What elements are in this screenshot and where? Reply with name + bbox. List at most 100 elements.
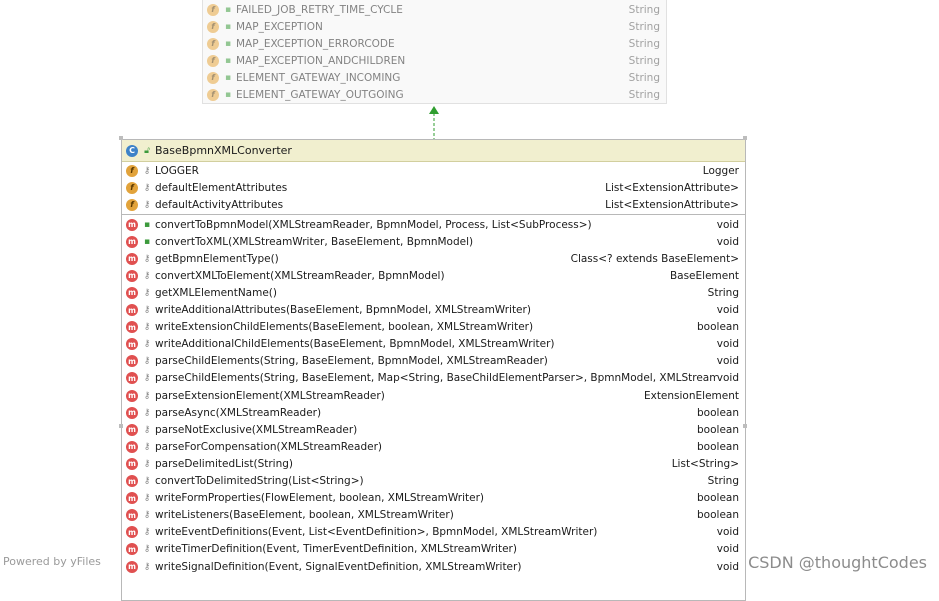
member-name: writeEventDefinitions(Event, List<EventD… <box>155 526 598 539</box>
member-name: defaultElementAttributes <box>155 181 288 194</box>
member-row[interactable]: m ⚷ convertToDelimitedString(List<String>)… <box>122 473 745 490</box>
member-row[interactable]: m ⚷ getBpmnElementType() Class<? extends Ba… <box>122 250 745 267</box>
member-name: writeExtensionChildElements(BaseElement,… <box>155 321 534 334</box>
member-row[interactable]: m ⚷ parseDelimitedList(String) List<String> <box>122 455 745 472</box>
selection-handle[interactable] <box>743 424 747 428</box>
class-name: BaseBpmnXMLConverter <box>155 144 292 157</box>
protected-key-icon: ⚷ <box>143 270 151 281</box>
member-type: String <box>707 286 739 299</box>
member-row[interactable]: m ⚷ parseNotExclusive(XMLStreamReader) bool… <box>122 421 745 438</box>
member-row[interactable]: m ⚷ writeAdditionalChildElements(BaseEleme… <box>122 336 745 353</box>
member-row[interactable]: m ⚷ parseChildElements(String, BaseElement… <box>122 370 745 387</box>
class-box[interactable]: C 🔓︎ BaseBpmnXMLConverter f ⚷ LOGGER Logger… <box>121 139 746 601</box>
member-row[interactable]: f ⚷ defaultElementAttributes List<Extension… <box>122 179 745 196</box>
member-type: boolean <box>697 492 739 505</box>
member-row[interactable]: m ⚷ parseForCompensation(XMLStreamReader) b… <box>122 438 745 455</box>
member-row[interactable]: m ⚷ getXMLElementName() String <box>122 284 745 301</box>
method-icon: m <box>126 372 138 385</box>
member-name: writeSignalDefinition(Event, SignalEvent… <box>155 560 522 573</box>
member-row[interactable]: m ⚷ convertXMLToElement(XMLStreamReader, B… <box>122 267 745 284</box>
method-icon: m <box>126 286 138 299</box>
member-row[interactable]: f ▪ FAILED_JOB_RETRY_TIME_CYCLE String <box>203 1 666 18</box>
member-row[interactable]: m ⚷ writeFormProperties(FlowElement, boole… <box>122 490 745 507</box>
member-row[interactable]: f ▪ ELEMENT_GATEWAY_OUTGOING String <box>203 86 666 103</box>
selection-handle[interactable] <box>119 136 123 140</box>
public-lock-icon: ▪ <box>224 89 232 100</box>
member-row[interactable]: m ⚷ writeListeners(BaseElement, boolean, X… <box>122 507 745 524</box>
protected-key-icon: ⚷ <box>143 544 151 555</box>
field-icon: f <box>126 198 138 211</box>
member-type: boolean <box>697 423 739 436</box>
field-icon: f <box>126 181 138 194</box>
member-row[interactable]: m ⚷ parseChildElements(String, BaseElement… <box>122 353 745 370</box>
protected-key-icon: ⚷ <box>143 199 151 210</box>
public-lock-icon: ▪ <box>224 4 232 15</box>
member-row[interactable]: m ⚷ parseExtensionElement(XMLStreamReader)… <box>122 387 745 404</box>
member-type: void <box>716 218 739 231</box>
member-type: String <box>628 20 660 33</box>
member-name: parseAsync(XMLStreamReader) <box>155 406 322 419</box>
class-header[interactable]: C 🔓︎ BaseBpmnXMLConverter <box>122 140 745 162</box>
public-lock-icon: 🔓︎ <box>144 145 150 156</box>
protected-key-icon: ⚷ <box>143 287 151 298</box>
protected-key-icon: ⚷ <box>143 322 151 333</box>
field-icon: f <box>126 164 138 177</box>
member-row[interactable]: f ▪ ELEMENT_GATEWAY_INCOMING String <box>203 69 666 86</box>
member-name: MAP_EXCEPTION_ANDCHILDREN <box>236 54 406 67</box>
field-icon: f <box>207 3 219 16</box>
field-icon: f <box>207 88 219 101</box>
member-name: convertXMLToElement(XMLStreamReader, Bpm… <box>155 269 445 282</box>
member-row[interactable]: m ⚷ writeTimerDefinition(Event, TimerEvent… <box>122 541 745 558</box>
parent-class-box[interactable]: f ▪ FAILED_JOB_RETRY_TIME_CYCLE String f ▪ MAP… <box>202 0 667 104</box>
selection-handle[interactable] <box>743 136 747 140</box>
member-name: ELEMENT_GATEWAY_INCOMING <box>236 71 401 84</box>
member-name: getBpmnElementType() <box>155 252 279 265</box>
member-row[interactable]: f ▪ MAP_EXCEPTION_ERRORCODE String <box>203 35 666 52</box>
class-icon: C <box>126 144 138 157</box>
method-icon: m <box>126 355 138 368</box>
section-divider <box>122 214 745 215</box>
field-icon: f <box>207 20 219 33</box>
member-type: Logger <box>702 164 739 177</box>
member-type: List<ExtensionAttribute> <box>605 198 739 211</box>
member-type: List<String> <box>671 457 739 470</box>
member-row[interactable]: f ⚷ LOGGER Logger <box>122 162 745 179</box>
method-icon: m <box>126 252 138 265</box>
member-row[interactable]: m ⚷ writeExtensionChildElements(BaseElemen… <box>122 319 745 336</box>
member-name: parseExtensionElement(XMLStreamReader) <box>155 389 385 402</box>
member-row[interactable]: f ▪ MAP_EXCEPTION String <box>203 18 666 35</box>
member-type: String <box>628 37 660 50</box>
member-type: void <box>716 543 739 556</box>
member-type: boolean <box>697 509 739 522</box>
protected-key-icon: ⚷ <box>143 305 151 315</box>
member-row[interactable]: m ⚷ writeEventDefinitions(Event, List<Even… <box>122 524 745 541</box>
protected-key-icon: ⚷ <box>143 458 151 469</box>
member-row[interactable]: f ⚷ defaultActivityAttributes List<Extensio… <box>122 196 745 213</box>
member-name: writeFormProperties(FlowElement, boolean… <box>155 492 485 505</box>
member-name: defaultActivityAttributes <box>155 198 284 211</box>
field-icon: f <box>207 37 219 50</box>
member-type: void <box>716 355 739 368</box>
member-row[interactable]: m ▪ convertToBpmnModel(XMLStreamReader, Bp… <box>122 216 745 233</box>
member-row[interactable]: m ⚷ parseAsync(XMLStreamReader) boolean <box>122 404 745 421</box>
member-row[interactable]: m ⚷ writeAdditionalAttributes(BaseElement,… <box>122 302 745 319</box>
member-row[interactable]: m ⚷ writeSignalDefinition(Event, SignalEve… <box>122 558 745 575</box>
member-name: MAP_EXCEPTION_ERRORCODE <box>236 37 395 50</box>
method-icon: m <box>126 440 138 453</box>
member-type: String <box>628 3 660 16</box>
method-icon: m <box>126 526 138 539</box>
protected-key-icon: ⚷ <box>143 182 151 193</box>
selection-handle[interactable] <box>119 424 123 428</box>
protected-key-icon: ⚷ <box>143 510 151 521</box>
member-row[interactable]: m ▪ convertToXML(XMLStreamWriter, BaseElem… <box>122 233 745 250</box>
member-type: void <box>716 338 739 351</box>
member-type: Class<? extends BaseElement> <box>570 252 739 265</box>
member-row[interactable]: f ▪ MAP_EXCEPTION_ANDCHILDREN String <box>203 52 666 69</box>
protected-key-icon: ⚷ <box>143 441 151 452</box>
member-type: void <box>716 372 739 385</box>
method-icon: m <box>126 235 138 248</box>
member-type: void <box>716 304 739 316</box>
watermark-text: CSDN @thoughtCodes <box>748 553 927 572</box>
powered-by-text: Powered by yFiles <box>3 555 101 568</box>
member-type: void <box>716 526 739 539</box>
